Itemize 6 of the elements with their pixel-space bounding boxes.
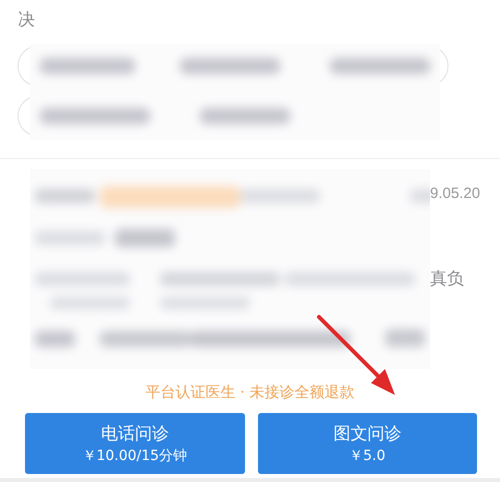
section-heading: 决 bbox=[17, 9, 36, 32]
guarantee-text: 平台认证医生 · 未接诊全额退款 bbox=[144, 383, 356, 403]
date-text: 9.05.20 bbox=[430, 185, 480, 202]
note-text: 真负 bbox=[430, 268, 464, 290]
consult-button[interactable]: 图文问诊 ￥5.0 bbox=[258, 413, 477, 474]
consult-button[interactable]: 电话问诊 ￥10.00/15分钟 bbox=[25, 413, 244, 474]
